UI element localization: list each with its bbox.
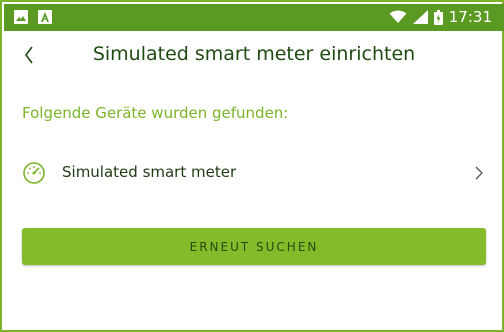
wifi-icon bbox=[389, 10, 407, 23]
device-label: Simulated smart meter bbox=[62, 163, 237, 181]
image-icon bbox=[14, 10, 28, 24]
device-list-item[interactable]: Simulated smart meter bbox=[4, 150, 504, 196]
chevron-right-icon bbox=[475, 166, 483, 180]
status-left-icons bbox=[14, 10, 52, 24]
status-bar: 17:31 bbox=[4, 4, 504, 31]
gauge-icon bbox=[23, 162, 45, 184]
page-title: Simulated smart meter einrichten bbox=[92, 43, 416, 65]
header: Simulated smart meter einrichten bbox=[4, 31, 504, 81]
app-a-icon bbox=[38, 10, 52, 24]
status-right-icons: 17:31 bbox=[389, 8, 492, 26]
devices-found-heading: Folgende Geräte wurden gefunden: bbox=[22, 104, 289, 122]
signal-icon bbox=[412, 10, 428, 24]
status-time: 17:31 bbox=[448, 8, 492, 26]
search-again-button[interactable]: ERNEUT SUCHEN bbox=[22, 228, 486, 265]
battery-icon bbox=[433, 9, 443, 25]
app-frame: 17:31 Simulated smart meter einrichten F… bbox=[0, 0, 504, 332]
